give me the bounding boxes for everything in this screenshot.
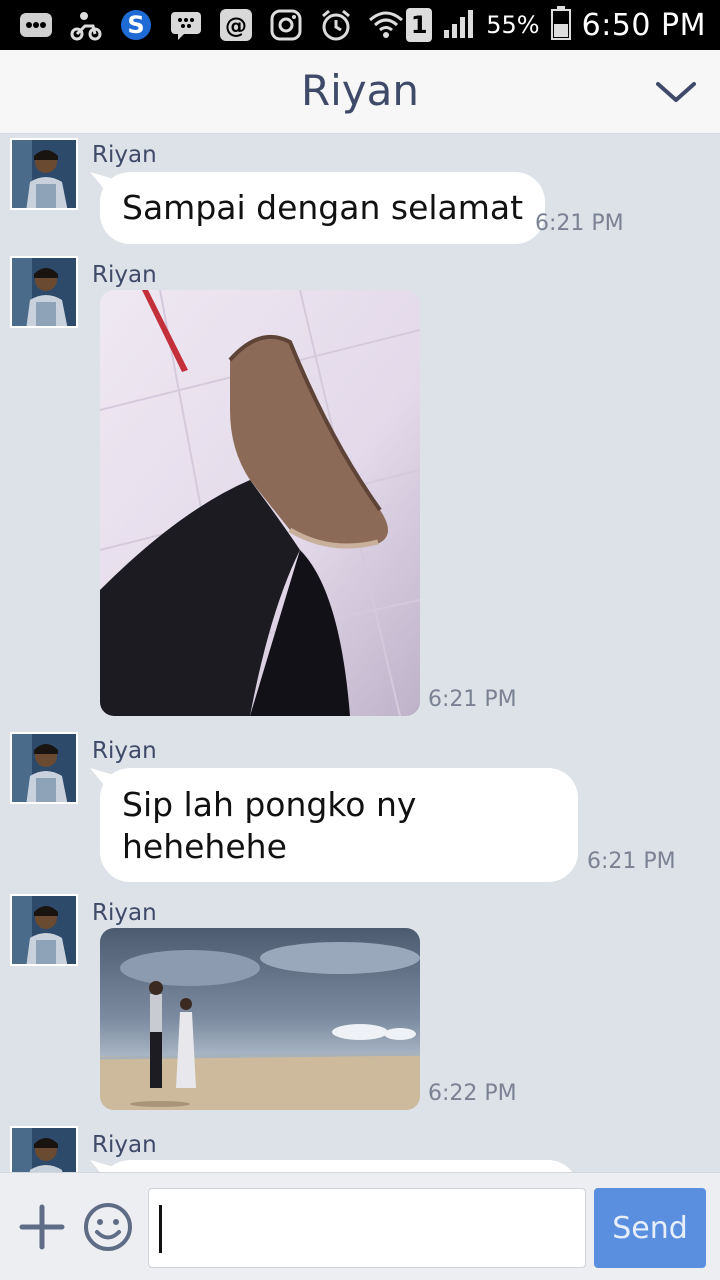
signal-icon — [442, 8, 476, 43]
message-text-line: hehehehe — [122, 827, 287, 866]
plus-icon[interactable] — [18, 1203, 66, 1251]
message-time: 6:21 PM — [535, 211, 624, 236]
alarm-icon — [318, 7, 354, 43]
sender-name: Riyan — [92, 900, 157, 926]
skype-icon: S — [118, 7, 154, 43]
message-text: Sampai dengan selamat — [122, 188, 524, 227]
avatar[interactable] — [10, 894, 78, 966]
sender-name: Riyan — [92, 1132, 157, 1158]
scooter-icon — [68, 7, 104, 43]
battery-percent: 55% — [486, 11, 540, 39]
message-text-line: Sip lah pongko ny — [122, 785, 417, 824]
text-cursor — [159, 1205, 162, 1253]
photo-beach-couple[interactable] — [100, 928, 420, 1110]
smiley-icon[interactable] — [82, 1201, 134, 1253]
email-icon: @ — [218, 7, 254, 43]
chat-header: Riyan — [0, 50, 720, 134]
sender-name: Riyan — [92, 142, 157, 168]
sender-name: Riyan — [92, 738, 157, 764]
photo-boot[interactable] — [100, 290, 420, 716]
message-time: 6:21 PM — [587, 849, 676, 874]
avatar[interactable] — [10, 732, 78, 804]
avatar[interactable] — [10, 1126, 78, 1172]
message-time: 6:21 PM — [428, 687, 517, 712]
sender-name: Riyan — [92, 262, 157, 288]
svg-text:S: S — [127, 11, 144, 39]
message-list[interactable]: Riyan Sampai dengan selamat 6:21 PM Riya… — [0, 134, 720, 1172]
wifi-icon — [368, 7, 404, 43]
instagram-icon — [268, 7, 304, 43]
message-bubble[interactable]: Sip lah pongko ny hehehehe — [100, 768, 578, 882]
compose-bar: Send — [0, 1172, 720, 1280]
message-bubble[interactable] — [100, 1160, 578, 1172]
message-bubble[interactable]: Sampai dengan selamat — [100, 172, 546, 244]
message-input[interactable] — [148, 1188, 586, 1268]
sim-icon: 1 — [406, 8, 433, 42]
svg-text:@: @ — [225, 14, 247, 39]
status-bar: S @ 1 55% 6:50 PM — [0, 0, 720, 50]
message-time: 6:22 PM — [428, 1081, 517, 1106]
chevron-down-icon[interactable] — [654, 72, 698, 112]
battery-icon — [550, 5, 572, 45]
avatar[interactable] — [10, 256, 78, 328]
chat-title: Riyan — [300, 66, 420, 115]
bbm-icon — [18, 7, 54, 43]
send-button[interactable]: Send — [594, 1188, 706, 1268]
clock: 6:50 PM — [581, 7, 706, 43]
avatar[interactable] — [10, 138, 78, 210]
blackberry-icon — [168, 7, 204, 43]
